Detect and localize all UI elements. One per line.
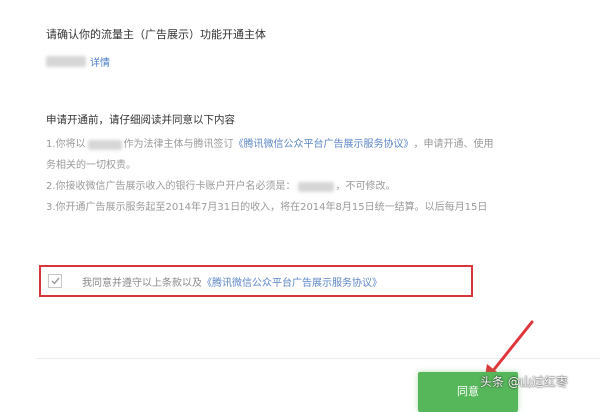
consent-label: 我同意并遵守以上条款以及 (82, 277, 202, 289)
watermark-text: 头条 @山过红枣 (480, 375, 568, 389)
term-3-text: 3.你开通广告展示服务起至2014年7月31日的收入，将在2014年8月15日统… (46, 202, 488, 213)
redacted-entity-name (87, 139, 122, 150)
term-item-3: 3.你开通广告展示服务起至2014年7月31日的收入，将在2014年8月15日统… (46, 197, 600, 218)
consent-highlight-box: 我同意并遵守以上条款以及《腾讯微信公众平台广告展示服务协议》 (39, 265, 473, 297)
term-1-text-b: 作为法律主体与腾讯签订 (123, 139, 234, 150)
term-1-text-a: 1.你将以 (46, 139, 86, 150)
entity-row: 详情 (46, 54, 110, 69)
terms-list: 1.你将以 作为法律主体与腾讯签订 《腾讯微信公众平台广告展示服务协议》 ，申请… (46, 134, 600, 218)
term-1-text-c: ，申请开通、使用 (413, 139, 494, 150)
term-2-text-a: 2.你接收微信广告展示收入的银行卡账户开户名必须是： (46, 181, 296, 192)
agreement-link[interactable]: 《腾讯微信公众平台广告展示服务协议》 (234, 134, 414, 155)
term-1-text-cont: 务相关的一切权责。 (46, 160, 136, 171)
redacted-entity-name (46, 55, 86, 67)
detail-link[interactable]: 详情 (90, 54, 110, 69)
term-item-1: 1.你将以 作为法律主体与腾讯签订 《腾讯微信公众平台广告展示服务协议》 ，申请… (46, 134, 600, 155)
checkmark-icon (51, 277, 60, 285)
term-item-2: 2.你接收微信广告展示收入的银行卡账户开户名必须是： ，不可修改。 (46, 176, 600, 197)
consent-agreement-link[interactable]: 《腾讯微信公众平台广告展示服务协议》 (202, 278, 382, 289)
redacted-account-name (297, 181, 334, 192)
consent-checkbox[interactable] (48, 274, 62, 288)
notice-title: 申请开通前，请仔细阅读并同意以下内容 (46, 114, 235, 126)
term-2-text-b: ，不可修改。 (335, 181, 396, 192)
term-item-1-continued: 务相关的一切权责。 (46, 155, 600, 176)
consent-text: 我同意并遵守以上条款以及《腾讯微信公众平台广告展示服务协议》 (82, 274, 382, 289)
confirm-entity-title: 请确认你的流量主（广告展示）功能开通主体 (46, 28, 266, 41)
